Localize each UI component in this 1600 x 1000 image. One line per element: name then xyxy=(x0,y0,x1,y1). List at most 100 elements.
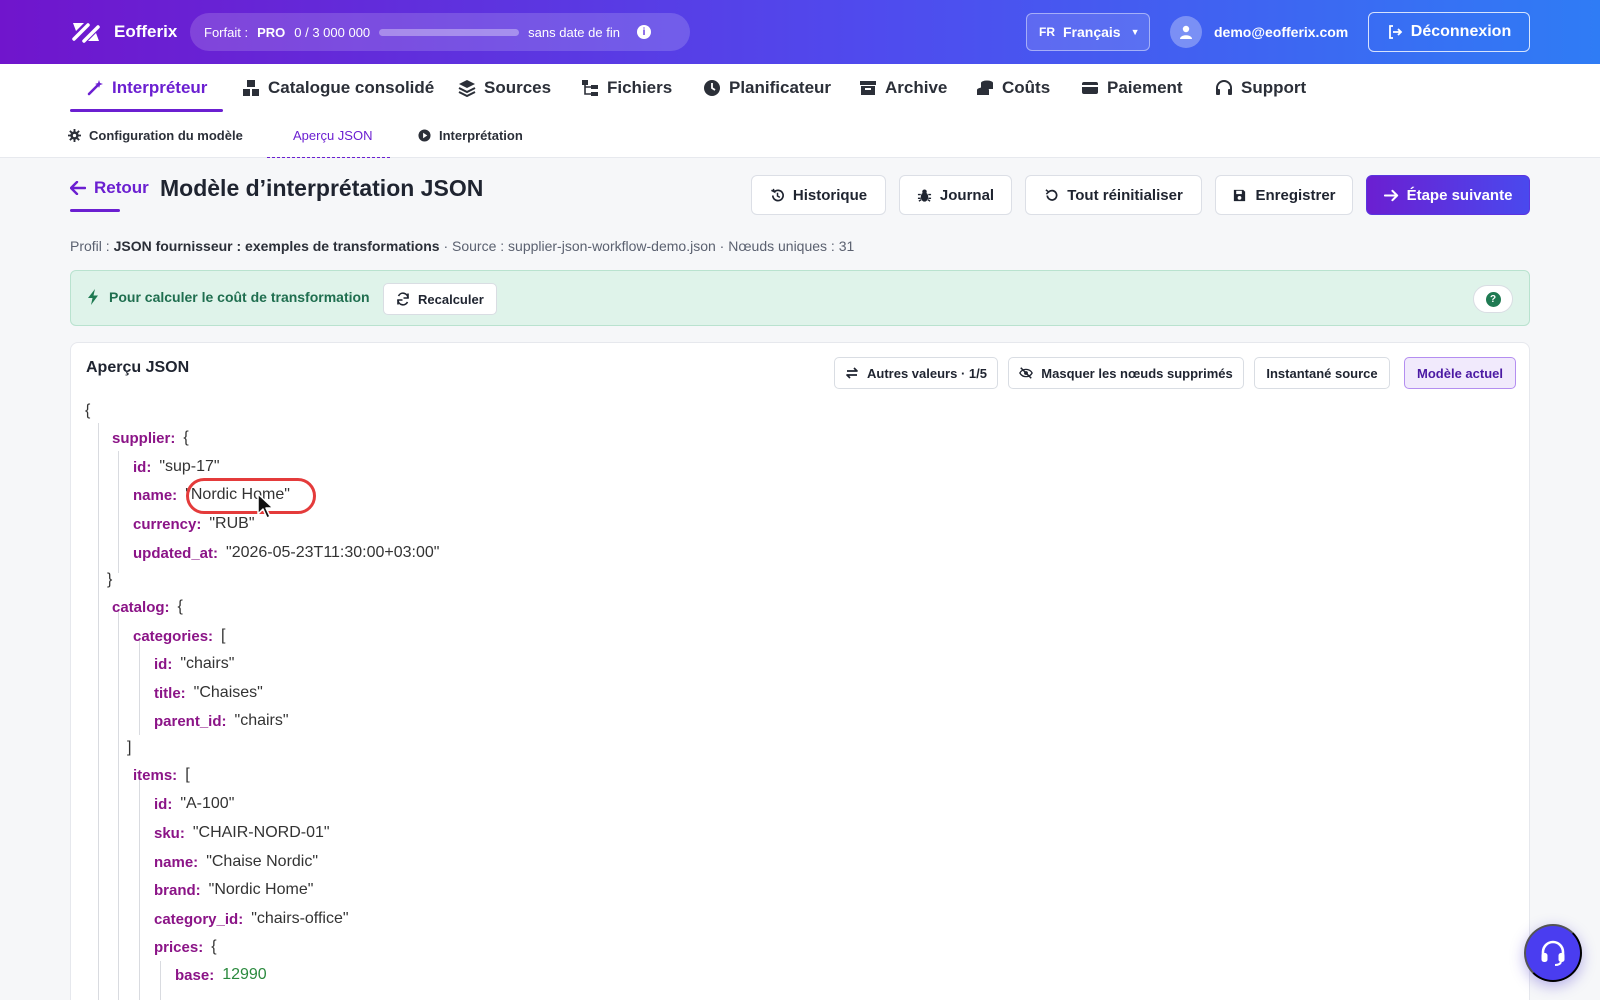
json-punct: { xyxy=(85,402,91,419)
profile-name: JSON fournisseur : exemples de transform… xyxy=(113,238,440,254)
info-icon[interactable]: i xyxy=(636,25,651,39)
json-value: "chairs-office" xyxy=(251,910,349,927)
chevron-down-icon: ▼ xyxy=(1130,27,1140,37)
json-line[interactable]: base: 12990 xyxy=(175,965,267,985)
magic-wand-icon xyxy=(87,80,103,96)
json-line[interactable]: supplier: { xyxy=(112,428,189,448)
history-button[interactable]: Historique xyxy=(751,175,886,215)
nav-item-costs[interactable]: Coûts xyxy=(976,64,1050,112)
coins-icon xyxy=(977,80,993,95)
back-link[interactable]: Retour xyxy=(70,178,149,198)
nav-item-catalogue[interactable]: Catalogue consolidé xyxy=(242,64,434,112)
json-line[interactable]: currency: "RUB" xyxy=(133,514,255,534)
question-icon: ? xyxy=(1485,291,1501,307)
nav-item-archive[interactable]: Archive xyxy=(859,64,947,112)
json-key: name: xyxy=(154,853,199,871)
play-circle-icon xyxy=(418,128,431,142)
sub-nav: Configuration du modèle Aperçu JSON Inte… xyxy=(0,112,1600,158)
indent-guide xyxy=(139,777,140,1000)
archive-icon xyxy=(860,81,876,95)
credit-card-icon xyxy=(1082,82,1098,94)
plan-label: Forfait : xyxy=(204,24,249,40)
json-line[interactable]: categories: [ xyxy=(133,626,226,646)
json-line[interactable]: title: "Chaises" xyxy=(154,683,263,703)
recalculate-label: Recalculer xyxy=(418,291,484,307)
tab-model-configuration[interactable]: Configuration du modèle xyxy=(68,112,243,158)
json-value: "RUB" xyxy=(209,515,255,532)
save-button[interactable]: Enregistrer xyxy=(1215,175,1353,215)
json-key: catalog: xyxy=(112,598,170,616)
current-model-label: Modèle actuel xyxy=(1417,365,1503,381)
source-snapshot-button[interactable]: Instantané source xyxy=(1254,357,1390,389)
json-line[interactable]: parent_id: "chairs" xyxy=(154,711,289,731)
json-key: prices: xyxy=(154,938,204,956)
json-line[interactable]: prices: { xyxy=(154,937,217,957)
reset-all-label: Tout réinitialiser xyxy=(1067,186,1183,204)
logout-label: Déconnexion xyxy=(1410,23,1512,40)
profile-details: · Source : supplier-json-workflow-demo.j… xyxy=(443,238,855,254)
nav-item-payment[interactable]: Paiement xyxy=(1081,64,1183,112)
json-line: } xyxy=(107,570,112,590)
json-value: { xyxy=(211,938,217,955)
recalculate-button[interactable]: Recalculer xyxy=(383,283,497,315)
json-key: updated_at: xyxy=(133,544,219,562)
json-value: 12990 xyxy=(222,966,267,983)
json-value: "2026-05-23T11:30:00+03:00" xyxy=(226,544,440,561)
next-step-button[interactable]: Étape suivante xyxy=(1366,175,1530,215)
plan-usage-count: 0 / 3 000 000 xyxy=(294,24,371,40)
journal-button[interactable]: Journal xyxy=(899,175,1012,215)
mouse-cursor-icon xyxy=(257,493,274,519)
json-line[interactable]: id: "sup-17" xyxy=(133,457,220,477)
json-line[interactable]: id: "chairs" xyxy=(154,654,234,674)
nav-item-label: Fichiers xyxy=(607,78,673,97)
nav-item-label: Paiement xyxy=(1107,78,1183,97)
main-nav: Interpréteur Catalogue consolidé Sources… xyxy=(0,64,1600,112)
cubes-icon xyxy=(243,80,259,96)
tab-interpretation[interactable]: Interprétation xyxy=(418,112,523,158)
json-line[interactable]: category_id: "chairs-office" xyxy=(154,909,349,929)
support-chat-button[interactable] xyxy=(1524,924,1582,982)
json-key: brand: xyxy=(154,881,201,899)
nav-item-label: Planificateur xyxy=(729,78,832,97)
json-key: title: xyxy=(154,684,186,702)
json-line[interactable]: updated_at: "2026-05-23T11:30:00+03:00" xyxy=(133,543,439,563)
json-value: { xyxy=(183,429,189,446)
tab-json-preview[interactable]: Aperçu JSON xyxy=(266,112,392,158)
plan-tier: PRO xyxy=(257,24,286,40)
json-key: categories: xyxy=(133,627,214,645)
json-value: "chairs" xyxy=(180,655,235,672)
json-line[interactable]: sku: "CHAIR-NORD-01" xyxy=(154,823,330,843)
logout-button[interactable]: Déconnexion xyxy=(1368,12,1530,52)
json-key: currency: xyxy=(133,515,202,533)
nav-item-interpreter[interactable]: Interpréteur xyxy=(69,64,224,112)
current-model-button[interactable]: Modèle actuel xyxy=(1404,357,1516,389)
language-select[interactable]: FR Français ▼ xyxy=(1026,13,1150,51)
indent-guide xyxy=(160,961,161,1000)
nav-item-support[interactable]: Support xyxy=(1215,64,1306,112)
nav-item-sources[interactable]: Sources xyxy=(458,64,551,112)
reset-all-button[interactable]: Tout réinitialiser xyxy=(1025,175,1202,215)
user-menu[interactable]: demo@eofferix.com xyxy=(1170,16,1348,48)
json-line[interactable]: catalog: { xyxy=(112,597,183,617)
nav-item-scheduler[interactable]: Planificateur xyxy=(703,64,831,112)
help-button[interactable]: ? xyxy=(1473,285,1513,313)
json-line[interactable]: id: "A-100" xyxy=(154,794,234,814)
nav-item-files[interactable]: Fichiers xyxy=(581,64,672,112)
json-line[interactable]: brand: "Nordic Home" xyxy=(154,880,313,900)
json-line: { xyxy=(85,401,90,421)
json-key: items: xyxy=(133,766,178,784)
json-key: base: xyxy=(175,966,215,984)
top-bar: Eofferix Forfait : PRO 0 / 3 000 000 san… xyxy=(0,0,1600,64)
json-key: id: xyxy=(154,795,173,813)
other-values-button[interactable]: Autres valeurs · 1/5 xyxy=(834,357,998,389)
hide-deleted-nodes-button[interactable]: Masquer les nœuds supprimés xyxy=(1008,357,1244,389)
json-value: "sup-17" xyxy=(159,458,220,475)
json-line[interactable]: name: "Chaise Nordic" xyxy=(154,852,318,872)
nav-item-label: Archive xyxy=(885,78,948,97)
floppy-disk-icon xyxy=(1234,189,1246,201)
refresh-icon xyxy=(397,292,409,306)
json-line[interactable]: items: [ xyxy=(133,765,190,785)
app-logo[interactable]: Eofferix xyxy=(70,19,177,45)
bug-icon xyxy=(917,189,931,202)
back-underline xyxy=(70,209,120,212)
